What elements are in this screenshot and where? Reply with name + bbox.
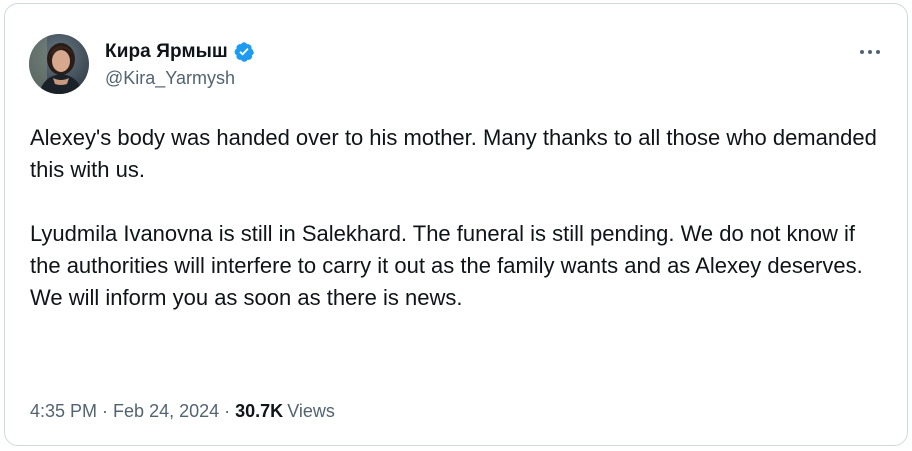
meta-separator: · <box>224 401 231 421</box>
author-display-name[interactable]: Кира Ярмыш <box>105 41 228 63</box>
avatar-image <box>29 34 89 94</box>
tweet-paragraph-1: Alexey's body was handed over to his mot… <box>30 125 877 182</box>
views-count[interactable]: 30.7K <box>235 401 283 422</box>
verified-badge-icon[interactable] <box>233 41 255 63</box>
author-info: Кира Ярмыш @Kira_Yarmysh <box>105 40 255 89</box>
author-handle[interactable]: @Kira_Yarmysh <box>105 68 255 89</box>
tweet-card[interactable]: Кира Ярмыш @Kira_Yarmysh Alexey's body w… <box>4 3 908 446</box>
meta-separator: · <box>102 401 109 421</box>
tweet-time[interactable]: 4:35 PM <box>30 401 97 422</box>
tweet-paragraph-2: Lyudmila Ivanovna is still in Salekhard.… <box>30 221 863 310</box>
tweet-header: Кира Ярмыш @Kira_Yarmysh <box>29 34 255 94</box>
tweet-date[interactable]: Feb 24, 2024 <box>113 401 219 422</box>
more-options-icon[interactable] <box>855 40 885 64</box>
name-row: Кира Ярмыш <box>105 40 255 64</box>
tweet-meta: 4:35 PM · Feb 24, 2024 · 30.7K Views <box>30 401 335 422</box>
tweet-text: Alexey's body was handed over to his mot… <box>30 122 890 314</box>
views-label: Views <box>287 401 335 421</box>
avatar[interactable] <box>29 34 89 94</box>
